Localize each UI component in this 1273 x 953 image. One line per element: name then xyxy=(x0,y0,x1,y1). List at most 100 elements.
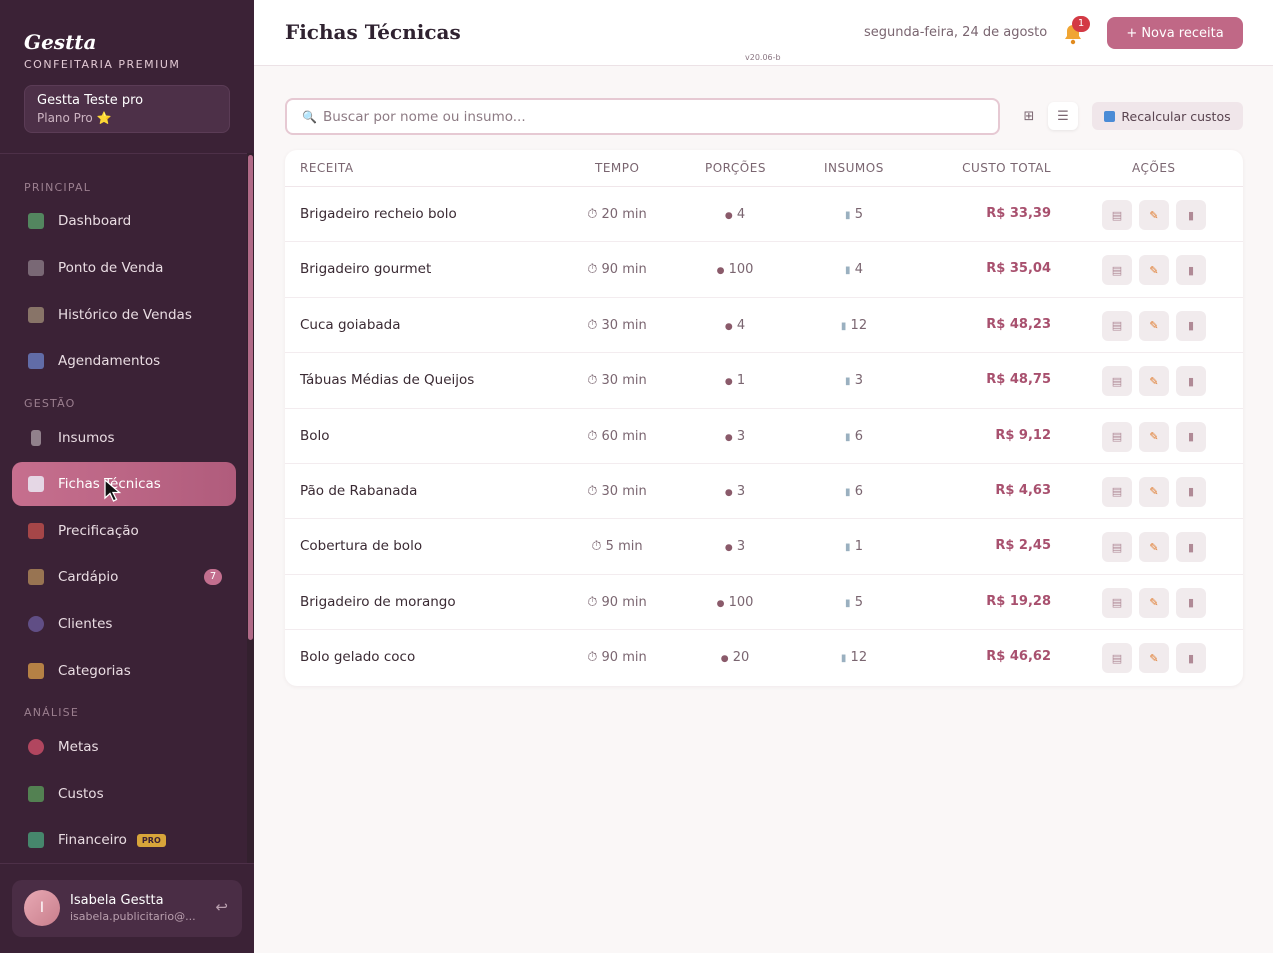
plate-icon: ● xyxy=(724,432,733,443)
sidebar-item-cardapio[interactable]: Cardápio 7 xyxy=(12,555,236,599)
delete-button[interactable]: ▮ xyxy=(1176,255,1206,286)
recipe-name[interactable]: Brigadeiro recheio bolo xyxy=(300,206,457,222)
total-cost: R$ 33,39 xyxy=(986,206,1051,221)
row-actions: ▤ ✎ ▮ xyxy=(1102,643,1206,674)
view-details-button[interactable]: ▤ xyxy=(1102,643,1132,674)
sidebar-item-custos[interactable]: Custos xyxy=(12,772,236,816)
divider xyxy=(0,153,254,154)
delete-button[interactable]: ▮ xyxy=(1176,310,1206,341)
new-recipe-button[interactable]: + Nova receita xyxy=(1107,17,1243,49)
sidebar-item-historico-de-vendas[interactable]: Histórico de Vendas xyxy=(12,293,236,337)
sidebar-item-label: Clientes xyxy=(58,616,113,632)
view-details-button[interactable]: ▤ xyxy=(1102,366,1132,397)
view-details-button[interactable]: ▤ xyxy=(1102,421,1132,452)
sidebar-item-insumos[interactable]: Insumos xyxy=(12,416,236,460)
jar-icon: ▮ xyxy=(845,486,851,498)
edit-button[interactable]: ✎ xyxy=(1139,643,1169,674)
edit-button[interactable]: ✎ xyxy=(1139,587,1169,618)
view-details-button[interactable]: ▤ xyxy=(1102,200,1132,230)
column-header-actions: AÇÕES xyxy=(1132,161,1176,175)
account-card[interactable]: Gestta Teste pro Plano Pro ⭐ xyxy=(24,85,230,133)
jar-icon: ▮ xyxy=(845,597,851,609)
user-card[interactable]: I Isabela Gestta isabela.publicitario@..… xyxy=(12,880,242,937)
delete-button[interactable]: ▮ xyxy=(1176,532,1206,563)
sidebar-item-agendamentos[interactable]: Agendamentos xyxy=(12,339,236,383)
column-header-recipe[interactable]: RECEITA xyxy=(300,161,354,175)
plate-icon: ● xyxy=(716,266,725,277)
total-cost: R$ 48,23 xyxy=(986,316,1051,332)
recipe-name[interactable]: Brigadeiro de morango xyxy=(300,594,456,610)
table-row[interactable]: Cobertura de bolo ⏱ 5 min ● 3 ▮ 1 R$ 2,45 ▤ ✎ ▮ xyxy=(285,519,1243,575)
grid-view-icon[interactable]: ⊞ xyxy=(1014,102,1044,130)
prep-time: ⏱ 60 min xyxy=(562,429,672,444)
recipe-name[interactable]: Tábuas Médias de Queijos xyxy=(300,372,474,388)
view-details-button[interactable]: ▤ xyxy=(1102,587,1132,618)
pencil-icon: ✎ xyxy=(1149,596,1159,610)
prep-time-value: 30 min xyxy=(601,483,647,499)
clipboard-icon: ▤ xyxy=(1111,319,1123,333)
search-input[interactable]: 🔍 Buscar por nome ou insumo... xyxy=(285,98,1000,135)
sidebar-item-financeiro[interactable]: Financeiro PRO xyxy=(12,818,236,862)
trash-icon: ▮ xyxy=(1187,263,1195,277)
sidebar-item-precificacao[interactable]: Precificação xyxy=(12,509,236,553)
recipe-name[interactable]: Brigadeiro gourmet xyxy=(300,261,431,277)
edit-button[interactable]: ✎ xyxy=(1139,310,1169,341)
money-icon xyxy=(28,786,44,802)
sidebar-item-metas[interactable]: Metas xyxy=(12,725,236,769)
sidebar-item-label: Insumos xyxy=(58,430,115,446)
inputs-count: ▮ 5 xyxy=(799,595,909,610)
scrollbar-thumb[interactable] xyxy=(248,155,253,640)
delete-button[interactable]: ▮ xyxy=(1176,200,1206,230)
recipe-name[interactable]: Cobertura de bolo xyxy=(300,538,422,554)
table-row[interactable]: Brigadeiro de morango ⏱ 90 min ● 100 ▮ 5 R$ … xyxy=(285,575,1243,631)
column-header-inputs[interactable]: INSUMOS xyxy=(824,161,884,175)
mouse-cursor-icon xyxy=(104,478,122,502)
prep-time: ⏱ 90 min xyxy=(562,650,672,665)
sidebar-item-ponto-de-venda[interactable]: Ponto de Venda xyxy=(12,246,236,290)
column-header-time[interactable]: TEMPO xyxy=(595,161,639,175)
delete-button[interactable]: ▮ xyxy=(1176,643,1206,674)
table-row[interactable]: Tábuas Médias de Queijos ⏱ 30 min ● 1 ▮ 3 R$… xyxy=(285,353,1243,409)
edit-button[interactable]: ✎ xyxy=(1139,421,1169,452)
table-row[interactable]: Bolo ⏱ 60 min ● 3 ▮ 6 R$ 9,12 ▤ ✎ ▮ xyxy=(285,409,1243,464)
sidebar-item-fichas-tecnicas[interactable]: Fichas Técnicas xyxy=(12,462,236,506)
recipe-name[interactable]: Pão de Rabanada xyxy=(300,483,417,499)
delete-button[interactable]: ▮ xyxy=(1176,587,1206,618)
table-row[interactable]: Bolo gelado coco ⏱ 90 min ● 20 ▮ 12 R$ 46,62… xyxy=(285,630,1243,685)
sidebar-item-label: Financeiro xyxy=(58,832,127,848)
pencil-icon: ✎ xyxy=(1149,485,1159,499)
column-header-portions[interactable]: PORÇÕES xyxy=(705,161,766,175)
logout-icon[interactable]: ↩ xyxy=(215,898,228,916)
clipboard-icon: ▤ xyxy=(1111,208,1123,222)
table-row[interactable]: Brigadeiro recheio bolo ⏱ 20 min ● 4 ▮ 5 R$ … xyxy=(285,187,1243,243)
clipboard-icon: ▤ xyxy=(1111,263,1123,277)
view-details-button[interactable]: ▤ xyxy=(1102,310,1132,341)
edit-button[interactable]: ✎ xyxy=(1139,532,1169,563)
delete-button[interactable]: ▮ xyxy=(1176,421,1206,452)
inputs-count-value: 12 xyxy=(850,650,868,666)
sidebar-item-dashboard[interactable]: Dashboard xyxy=(12,199,236,243)
edit-button[interactable]: ✎ xyxy=(1139,476,1169,507)
view-details-button[interactable]: ▤ xyxy=(1102,476,1132,507)
recipe-name[interactable]: Bolo xyxy=(300,428,330,444)
edit-button[interactable]: ✎ xyxy=(1139,255,1169,286)
recipe-name[interactable]: Cuca goiabada xyxy=(300,317,401,333)
view-details-button[interactable]: ▤ xyxy=(1102,532,1132,563)
plate-icon: ● xyxy=(720,654,729,665)
delete-button[interactable]: ▮ xyxy=(1176,366,1206,397)
edit-button[interactable]: ✎ xyxy=(1139,200,1169,230)
recalculate-costs-button[interactable]: Recalcular custos xyxy=(1092,102,1243,130)
view-details-button[interactable]: ▤ xyxy=(1102,255,1132,286)
delete-button[interactable]: ▮ xyxy=(1176,476,1206,507)
column-header-total-cost[interactable]: CUSTO TOTAL xyxy=(962,161,1051,175)
table-row[interactable]: Brigadeiro gourmet ⏱ 90 min ● 100 ▮ 4 R$ 35,… xyxy=(285,242,1243,298)
table-row[interactable]: Pão de Rabanada ⏱ 30 min ● 3 ▮ 6 R$ 4,63 ▤ ✎ ▮ xyxy=(285,464,1243,520)
list-view-icon[interactable]: ☰ xyxy=(1048,102,1078,130)
chart-icon xyxy=(28,213,44,229)
recipe-name[interactable]: Bolo gelado coco xyxy=(300,649,415,665)
sidebar-item-categorias[interactable]: Categorias xyxy=(12,649,236,693)
table-row[interactable]: Cuca goiabada ⏱ 30 min ● 4 ▮ 12 R$ 48,23 ▤ ✎ ▮ xyxy=(285,298,1243,354)
sidebar-item-clientes[interactable]: Clientes xyxy=(12,602,236,646)
inputs-count-value: 12 xyxy=(850,317,868,333)
edit-button[interactable]: ✎ xyxy=(1139,366,1169,397)
